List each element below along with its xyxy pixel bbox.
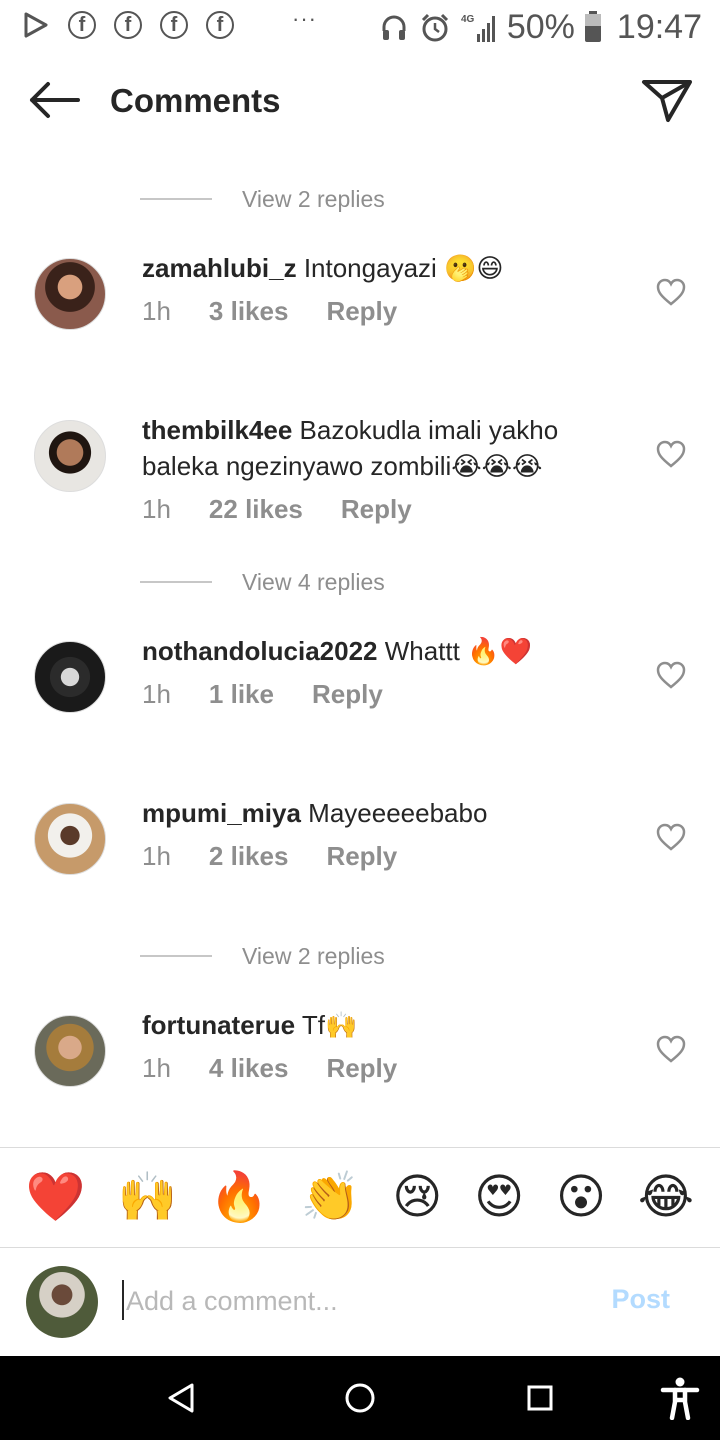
nav-home-icon[interactable]	[344, 1382, 376, 1414]
more-notifications-icon: ···	[292, 6, 317, 31]
send-icon[interactable]	[640, 76, 694, 124]
comment-text: Mayeeeeebabo	[300, 798, 488, 828]
replies-divider-line	[140, 955, 212, 957]
reply-button[interactable]: Reply	[341, 494, 412, 525]
back-arrow-icon[interactable]	[26, 78, 82, 122]
reaction-fire[interactable]: 🔥	[209, 1174, 269, 1222]
view-replies-label: View 4 replies	[242, 568, 385, 595]
comment-likes[interactable]: 22 likes	[209, 494, 303, 525]
comment-username[interactable]: nothandolucia2022	[142, 636, 378, 666]
avatar[interactable]	[34, 803, 106, 875]
battery-percent: 50%	[506, 8, 575, 46]
comment-text: Tf🙌	[295, 1010, 358, 1040]
comments-header: Comments	[0, 62, 720, 142]
avatar[interactable]	[34, 1015, 106, 1087]
headphones-icon	[382, 15, 406, 40]
reaction-sad[interactable]: 😢	[392, 1174, 442, 1222]
status-left-icons: f f f f ···	[20, 6, 317, 40]
current-user-avatar	[26, 1266, 98, 1338]
reaction-heart-eyes[interactable]: 😍	[474, 1174, 524, 1222]
view-replies-link[interactable]: View 2 replies	[140, 936, 385, 976]
page-title: Comments	[110, 82, 281, 119]
play-store-icon	[24, 12, 48, 38]
accessibility-icon[interactable]	[660, 1376, 700, 1420]
status-right-icons: 4G 50% 19:47	[379, 8, 702, 47]
avatar[interactable]	[34, 641, 106, 713]
like-heart-icon[interactable]	[656, 1035, 686, 1063]
reply-button[interactable]: Reply	[312, 679, 383, 710]
like-heart-icon[interactable]	[656, 440, 686, 468]
comment-time: 1h	[142, 841, 171, 871]
quick-reactions-bar: ❤️ 🙌 🔥 👏 😢 😍 😮 😂	[0, 1148, 720, 1248]
reaction-clap[interactable]: 👏	[301, 1174, 361, 1222]
alarm-icon	[421, 13, 448, 41]
battery-icon	[584, 10, 601, 42]
comment-username[interactable]: zamahlubi_z	[142, 253, 297, 283]
avatar[interactable]	[34, 420, 106, 492]
comment-username[interactable]: mpumi_miya	[142, 798, 301, 828]
replies-divider-line	[140, 581, 212, 583]
reaction-surprised[interactable]: 😮	[556, 1174, 606, 1222]
avatar[interactable]	[34, 258, 106, 330]
svg-text:4G: 4G	[461, 14, 475, 25]
facebook-icon: f	[206, 11, 234, 39]
nav-recents-icon[interactable]	[527, 1385, 553, 1411]
facebook-icon: f	[114, 11, 142, 39]
facebook-icon: f	[68, 11, 96, 39]
reaction-heart[interactable]: ❤️	[26, 1174, 86, 1222]
signal-4g-icon: 4G	[461, 14, 495, 42]
comment-time: 1h	[142, 1053, 171, 1083]
comment-composer: Post	[0, 1248, 720, 1356]
comment-text: Intongayazi 🫢😄	[296, 253, 504, 283]
view-replies-link[interactable]: View 2 replies	[140, 179, 385, 219]
comment-input[interactable]	[124, 1278, 588, 1324]
replies-divider-line	[140, 198, 212, 200]
comment-likes[interactable]: 4 likes	[209, 1053, 289, 1084]
comment-likes[interactable]: 2 likes	[209, 841, 289, 872]
nav-back-icon[interactable]	[166, 1382, 196, 1414]
reply-button[interactable]: Reply	[326, 296, 397, 327]
reply-button[interactable]: Reply	[326, 841, 397, 872]
comment-time: 1h	[142, 296, 171, 326]
comment-time: 1h	[142, 494, 171, 524]
like-heart-icon[interactable]	[656, 661, 686, 689]
view-replies-link[interactable]: View 4 replies	[140, 562, 385, 602]
status-bar: f f f f ··· 4G 50% 19:47	[0, 0, 720, 56]
reaction-raised-hands[interactable]: 🙌	[118, 1174, 178, 1222]
like-heart-icon[interactable]	[656, 823, 686, 851]
like-heart-icon[interactable]	[656, 278, 686, 306]
comment-time: 1h	[142, 679, 171, 709]
comment-likes[interactable]: 1 like	[209, 679, 274, 710]
clock: 19:47	[616, 8, 702, 46]
reply-button[interactable]: Reply	[326, 1053, 397, 1084]
post-button[interactable]: Post	[611, 1284, 670, 1315]
comment-text: Whattt 🔥❤️	[377, 636, 532, 666]
view-replies-label: View 2 replies	[242, 942, 385, 969]
reaction-laughing[interactable]: 😂	[638, 1174, 694, 1222]
system-nav-bar	[0, 1356, 720, 1440]
view-replies-label: View 2 replies	[242, 185, 385, 212]
facebook-icon: f	[160, 11, 188, 39]
comment-likes[interactable]: 3 likes	[209, 296, 289, 327]
comment-username[interactable]: fortunaterue	[142, 1010, 295, 1040]
comment-username[interactable]: thembilk4ee	[142, 415, 292, 445]
